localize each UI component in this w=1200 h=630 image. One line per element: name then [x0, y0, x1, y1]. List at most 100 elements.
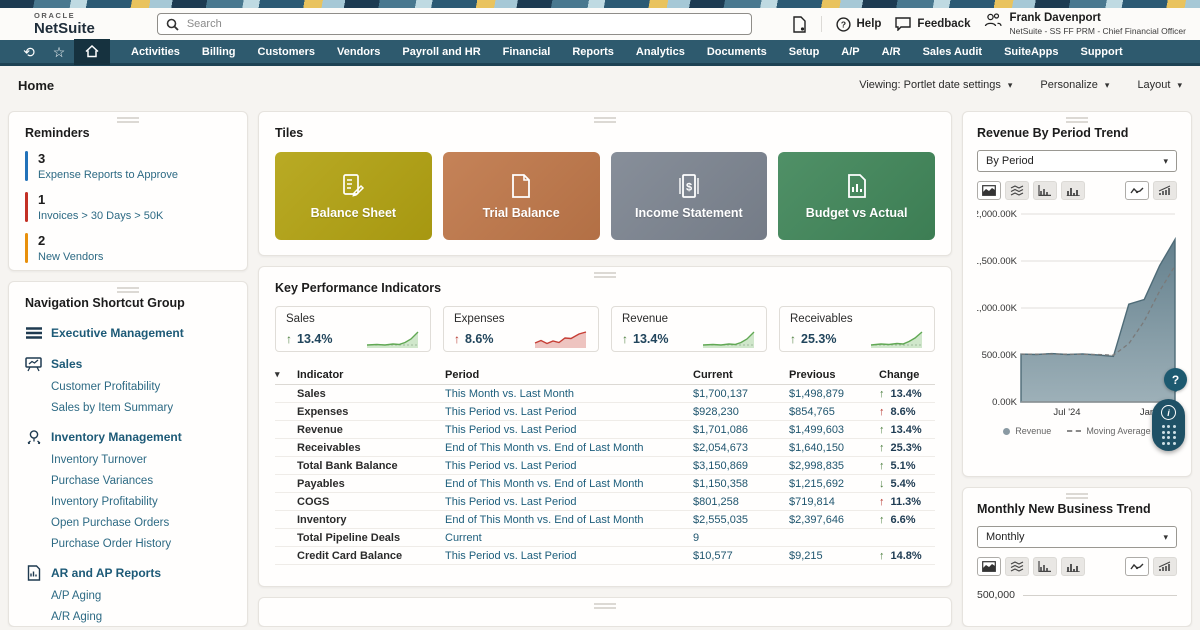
shortcut-link[interactable]: Customer Profitability [51, 381, 231, 393]
bar-line-chart-button[interactable] [1033, 181, 1057, 200]
shortcuts-star-icon[interactable]: ☆ [44, 39, 74, 65]
nav-item-ar[interactable]: A/R [871, 39, 912, 65]
nav-item-reports[interactable]: Reports [561, 39, 625, 65]
nav-item-documents[interactable]: Documents [696, 39, 778, 65]
recent-records-icon[interactable]: ⟲ [14, 39, 44, 65]
drag-handle[interactable] [1066, 493, 1088, 499]
shortcut-link[interactable]: Purchase Variances [51, 475, 231, 487]
drag-handle[interactable] [594, 603, 616, 609]
tile-balance-sheet[interactable]: Balance Sheet [275, 152, 432, 240]
table-row[interactable]: Payables End of This Month vs. End of La… [275, 475, 935, 493]
nav-item-analytics[interactable]: Analytics [625, 39, 696, 65]
legend-moving-average[interactable]: Moving Average [1067, 426, 1150, 436]
stacked-line-chart-button[interactable] [1005, 557, 1029, 576]
nav-item-sales-audit[interactable]: Sales Audit [912, 39, 994, 65]
shortcut-group-sales[interactable]: Sales [25, 356, 231, 372]
column-chart-button[interactable] [1061, 557, 1085, 576]
cell-change: 14.8% [891, 550, 922, 562]
nav-item-setup[interactable]: Setup [778, 39, 831, 65]
monthly-select[interactable]: Monthly ▾ [977, 526, 1177, 548]
table-row[interactable]: Revenue This Period vs. Last Period $1,7… [275, 421, 935, 439]
user-menu[interactable]: Frank Davenport NetSuite - SS FF PRM - C… [984, 12, 1186, 36]
kpi-card-expenses[interactable]: Expenses ↑ 8.6% [443, 306, 599, 352]
assistant-widget[interactable]: i [1152, 399, 1185, 451]
tile-income-statement[interactable]: $ Income Statement [611, 152, 768, 240]
legend-revenue[interactable]: Revenue [1003, 426, 1051, 436]
shortcut-link[interactable]: A/P Aging [51, 590, 231, 602]
netsuite-logo[interactable]: ORACLE NetSuite [34, 12, 95, 36]
kpi-card-sales[interactable]: Sales ↑ 13.4% [275, 306, 431, 352]
home-tab-active[interactable] [74, 39, 110, 65]
revenue-area-chart[interactable]: 2,000.00K 1,500.00K 1,000.00K 500.00K 0.… [977, 206, 1179, 424]
search-input[interactable]: Search [157, 13, 752, 35]
nav-item-payroll-hr[interactable]: Payroll and HR [391, 39, 491, 65]
table-row[interactable]: COGS This Period vs. Last Period $801,25… [275, 493, 935, 511]
tile-budget-vs-actual[interactable]: Budget vs Actual [778, 152, 935, 240]
kpi-card-receivables[interactable]: Receivables ↑ 25.3% [779, 306, 935, 352]
shortcut-group-executive[interactable]: Executive Management [25, 325, 231, 341]
table-row[interactable]: Credit Card Balance This Period vs. Last… [275, 547, 935, 565]
stacked-line-chart-button[interactable] [1005, 181, 1029, 200]
viewing-dropdown[interactable]: Viewing: Portlet date settings ▾ [859, 79, 1012, 91]
guided-help-bubble[interactable]: ? [1164, 368, 1187, 391]
area-chart-button[interactable] [977, 181, 1001, 200]
col-header-current[interactable]: Current [693, 369, 789, 381]
area-chart-button[interactable] [977, 557, 1001, 576]
nav-item-financial[interactable]: Financial [492, 39, 562, 65]
drag-handle[interactable] [117, 117, 139, 123]
col-header-period[interactable]: Period [445, 369, 693, 381]
feedback-button[interactable]: Feedback [895, 17, 970, 31]
tile-trial-balance[interactable]: Trial Balance [443, 152, 600, 240]
layout-dropdown[interactable]: Layout ▾ [1137, 79, 1182, 91]
cell-period: This Period vs. Last Period [445, 460, 693, 472]
personalize-dropdown[interactable]: Personalize ▾ [1040, 79, 1109, 91]
line-chart-button[interactable] [1125, 181, 1149, 200]
shortcut-link[interactable]: Inventory Turnover [51, 454, 231, 466]
drag-handle[interactable] [1066, 117, 1088, 123]
column-chart-button[interactable] [1061, 181, 1085, 200]
shortcut-link[interactable]: Purchase Order History [51, 538, 231, 550]
reminder-link[interactable]: Expense Reports to Approve [38, 169, 178, 181]
reminder-link[interactable]: Invoices > 30 Days > 50K [38, 210, 163, 222]
help-button[interactable]: ? Help [836, 17, 882, 32]
shortcut-link[interactable]: A/R Aging [51, 611, 231, 623]
kpi-card-revenue[interactable]: Revenue ↑ 13.4% [611, 306, 767, 352]
table-row[interactable]: Sales This Month vs. Last Month $1,700,1… [275, 385, 935, 403]
nav-item-activities[interactable]: Activities [120, 39, 191, 65]
col-header-change[interactable]: Change [879, 369, 935, 381]
col-header-indicator[interactable]: Indicator [297, 369, 445, 381]
nav-item-ap[interactable]: A/P [830, 39, 870, 65]
trend-chart-button[interactable] [1153, 557, 1177, 576]
table-row[interactable]: Inventory End of This Month vs. End of L… [275, 511, 935, 529]
table-row[interactable]: Expenses This Period vs. Last Period $92… [275, 403, 935, 421]
period-select[interactable]: By Period ▾ [977, 150, 1177, 172]
drag-handle[interactable] [594, 272, 616, 278]
nav-item-suiteapps[interactable]: SuiteApps [993, 39, 1069, 65]
reminder-count: 2 [38, 233, 103, 248]
bar-line-chart-button[interactable] [1033, 557, 1057, 576]
line-chart-button[interactable] [1125, 557, 1149, 576]
table-row[interactable]: Total Bank Balance This Period vs. Last … [275, 457, 935, 475]
nav-item-customers[interactable]: Customers [247, 39, 326, 65]
drag-handle[interactable] [117, 287, 139, 293]
table-row[interactable]: Total Pipeline Deals Current 9 [275, 529, 935, 547]
nav-item-billing[interactable]: Billing [191, 39, 247, 65]
new-document-icon[interactable] [792, 16, 807, 33]
reminder-link[interactable]: New Vendors [38, 251, 103, 263]
kpi-card-value: 8.6% [465, 332, 494, 346]
shortcut-link[interactable]: Open Purchase Orders [51, 517, 231, 529]
shortcut-link[interactable]: Inventory Profitability [51, 496, 231, 508]
nav-item-support[interactable]: Support [1070, 39, 1134, 65]
col-header-previous[interactable]: Previous [789, 369, 879, 381]
cell-change: 13.4% [891, 388, 922, 400]
shortcut-group-ar-ap[interactable]: AR and AP Reports [25, 565, 231, 581]
nav-item-vendors[interactable]: Vendors [326, 39, 391, 65]
collapse-caret-icon[interactable]: ▾ [275, 369, 297, 380]
trend-chart-button[interactable] [1153, 181, 1177, 200]
page-header: Home Viewing: Portlet date settings ▾ Pe… [0, 66, 1200, 104]
tiles-portlet: Tiles Balance Sheet Trial Balance [258, 111, 952, 256]
drag-handle[interactable] [594, 117, 616, 123]
shortcut-group-inventory[interactable]: Inventory Management [25, 429, 231, 445]
shortcut-link[interactable]: Sales by Item Summary [51, 402, 231, 414]
table-row[interactable]: Receivables End of This Month vs. End of… [275, 439, 935, 457]
